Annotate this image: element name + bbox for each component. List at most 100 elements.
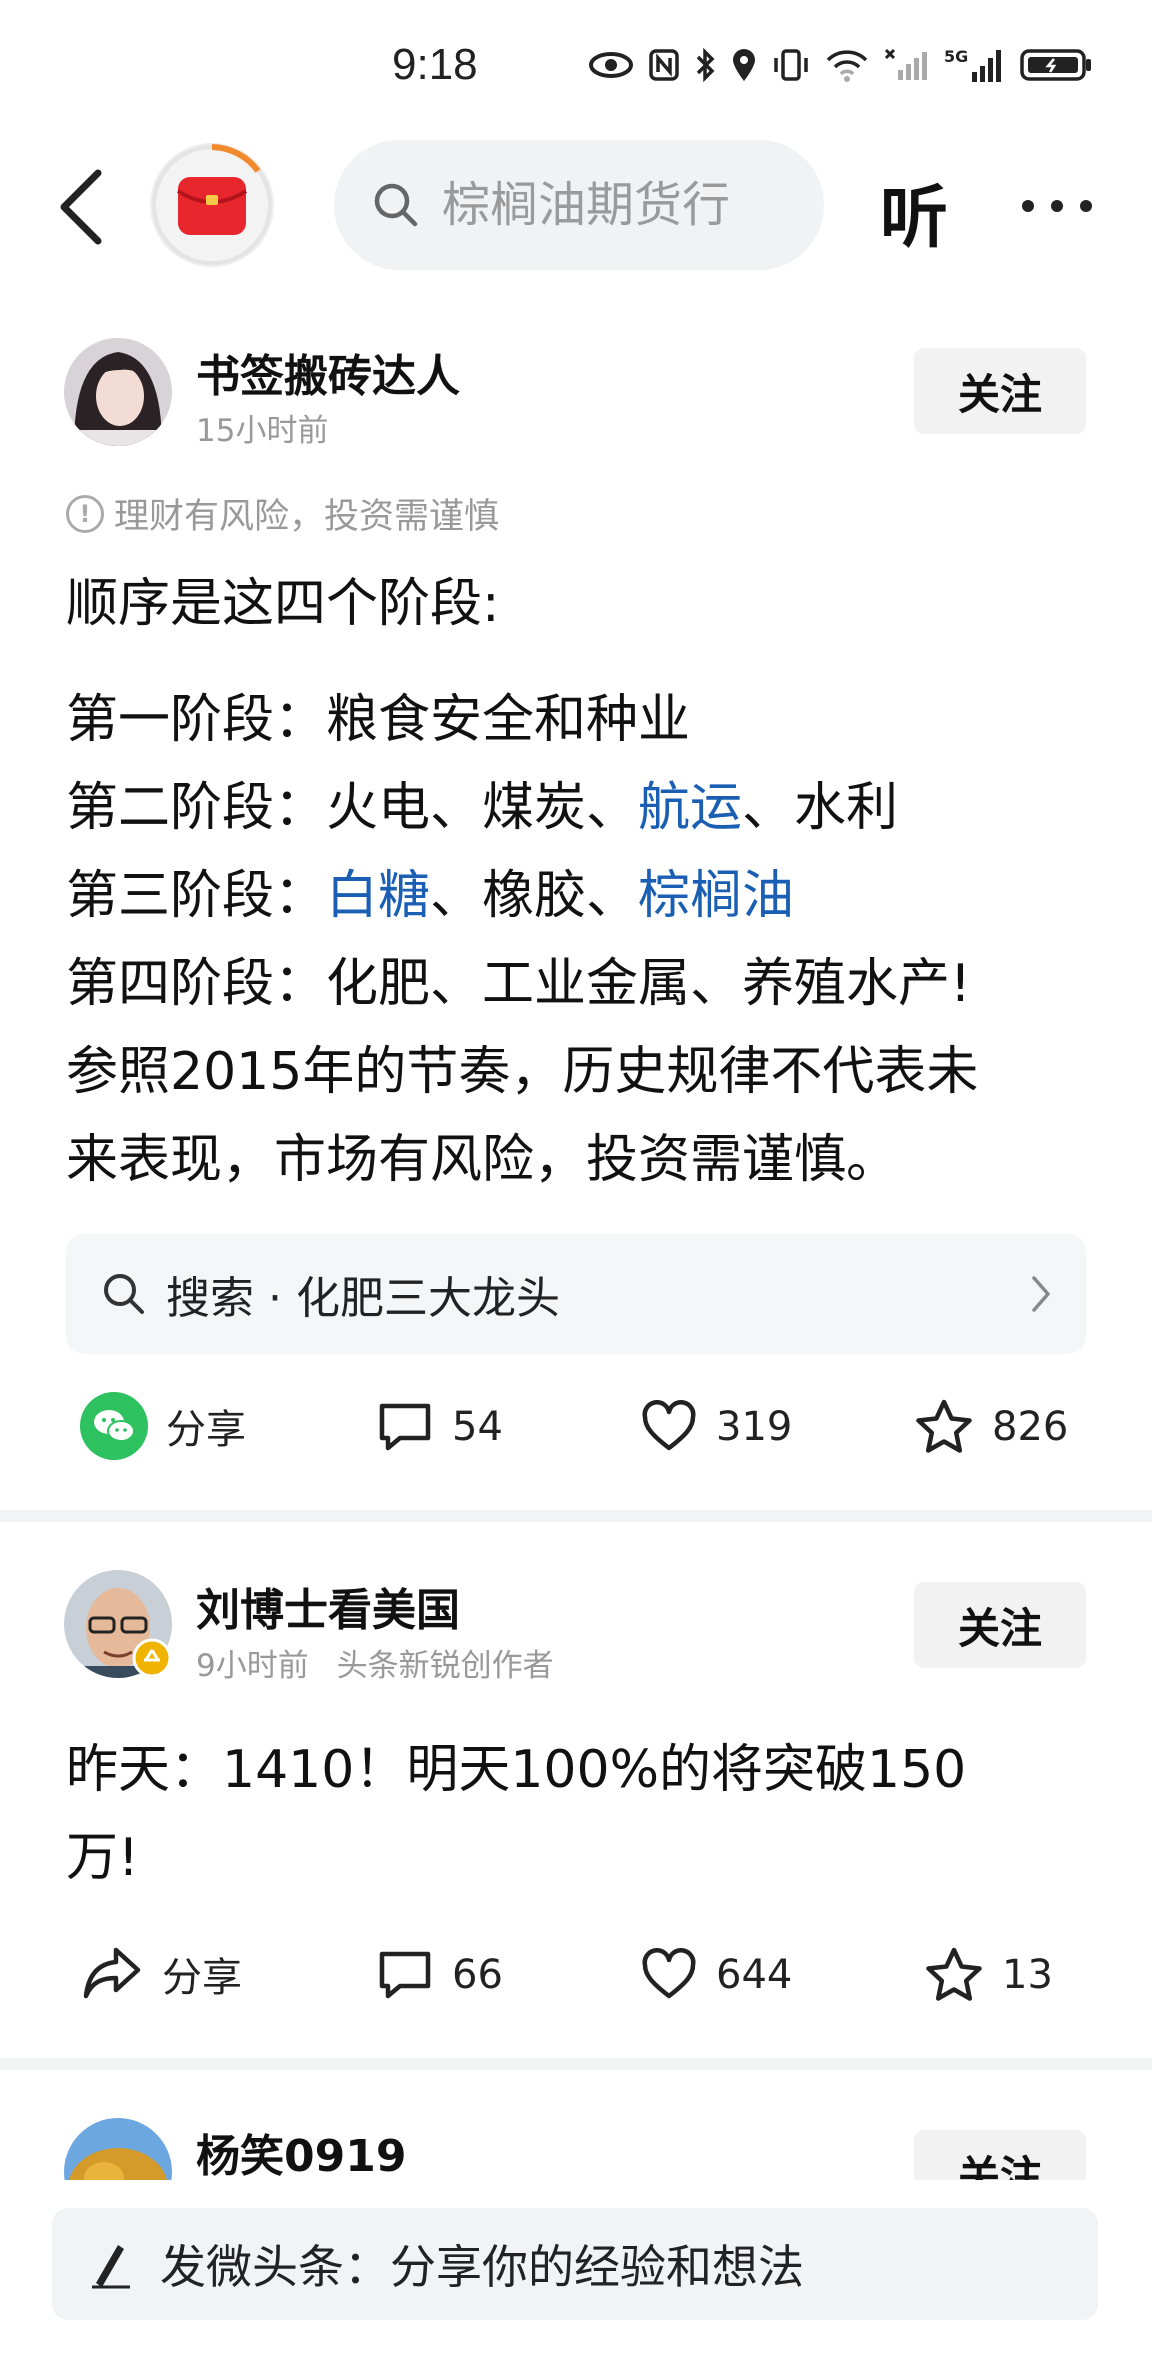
nfc-icon <box>649 49 679 81</box>
post-line: 第四阶段：化肥、工业金属、养殖水产! <box>66 940 1096 1028</box>
post-meta: 9小时前 头条新锐创作者 <box>196 1640 554 1685</box>
signal-x-icon <box>884 48 927 80</box>
comment-icon <box>379 1403 431 1451</box>
follow-button[interactable]: 关注 <box>914 348 1086 434</box>
text-segment: 万! <box>66 1828 139 1888</box>
location-icon <box>733 49 755 81</box>
text-segment: 顺序是这四个阶段: <box>66 574 500 634</box>
wifi-icon <box>826 50 868 82</box>
share-button[interactable]: 分享 <box>80 1944 242 2004</box>
share-label: 分享 <box>162 1955 242 2001</box>
avatar-photo <box>64 338 172 446</box>
more-menu-button[interactable] <box>1022 176 1092 236</box>
bluetooth-icon <box>696 47 715 83</box>
feed-divider <box>0 2058 1152 2070</box>
feed-divider <box>0 1510 1152 1522</box>
creator-badge-text: 头条新锐创作者 <box>336 1648 554 1684</box>
text-segment: 第二阶段：火电、煤炭、 <box>66 778 639 838</box>
search-icon <box>374 183 418 227</box>
text-segment: 、橡胶、 <box>430 866 639 926</box>
text-segment: 第三阶段： <box>66 866 327 926</box>
vibrate-icon <box>774 49 808 81</box>
text-segment: 、水利 <box>742 778 899 838</box>
text-segment: 来表现，市场有风险，投资需谨慎。 <box>66 1130 899 1190</box>
related-search-text: 搜索 · 化肥三大龙头 <box>166 1273 560 1324</box>
topic-link[interactable]: 航运 <box>638 778 742 838</box>
pen-icon <box>92 2245 130 2289</box>
comment-icon <box>379 1951 431 1999</box>
follow-button[interactable]: 关注 <box>914 1582 1086 1668</box>
eye-icon <box>589 52 633 78</box>
post-body-list: 第一阶段：粮食安全和种业 第二阶段：火电、煤炭、航运、水利 第三阶段：白糖、橡胶… <box>66 676 1096 1204</box>
author-name[interactable]: 刘博士看美国 <box>196 1574 460 1638</box>
like-button[interactable]: 644 <box>640 1948 792 2002</box>
wechat-icon <box>80 1392 148 1460</box>
favorite-count: 826 <box>992 1404 1069 1450</box>
post-line: 来表现，市场有风险，投资需谨慎。 <box>66 1116 1096 1204</box>
heart-icon <box>642 1400 696 1451</box>
dot-icon <box>1080 200 1092 212</box>
favorite-button[interactable]: 13 <box>924 1946 1053 2004</box>
text-segment: 参照2015年的节奏，历史规律不代表未 <box>66 1042 979 1102</box>
app-logo[interactable] <box>150 143 274 267</box>
share-arrow-icon <box>83 1947 141 1999</box>
comment-count: 66 <box>452 1952 503 1998</box>
signal-5g-icon: 5G <box>944 47 1001 82</box>
post-line: 第二阶段：火电、煤炭、航运、水利 <box>66 764 1096 852</box>
avatar[interactable] <box>64 338 172 446</box>
listen-button[interactable]: 听 <box>880 162 948 261</box>
post-line: 昨天：1410！明天100%的将突破150 <box>66 1726 1096 1814</box>
chevron-left-icon <box>60 169 102 245</box>
text-segment: 第一阶段：粮食安全和种业 <box>66 690 691 750</box>
post-actions: 分享 66 644 13 <box>0 1926 1152 2026</box>
post-body: 顺序是这四个阶段: <box>66 560 1096 648</box>
verified-badge-icon <box>132 1638 172 1678</box>
post-line: 参照2015年的节奏，历史规律不代表未 <box>66 1028 1096 1116</box>
battery-icon <box>1020 49 1091 81</box>
post-time: 9小时前 <box>196 1648 309 1684</box>
chevron-right-icon <box>1032 1276 1050 1312</box>
dot-icon <box>1022 200 1034 212</box>
search-input[interactable] <box>442 177 802 233</box>
like-count: 319 <box>716 1404 793 1450</box>
heart-icon <box>642 1948 696 1999</box>
star-icon <box>926 1947 982 2001</box>
post-actions: 分享 54 319 826 <box>0 1376 1152 1476</box>
star-icon <box>916 1399 972 1453</box>
topic-link[interactable]: 白糖 <box>326 866 430 926</box>
risk-notice: ! 理财有风险，投资需谨慎 <box>66 488 499 539</box>
post-line: 万! <box>66 1814 1096 1902</box>
post-line: 第一阶段：粮食安全和种业 <box>66 676 1096 764</box>
back-button[interactable] <box>54 165 108 249</box>
status-icons: 5G <box>588 46 1094 84</box>
info-icon: ! <box>66 494 104 533</box>
search-bar[interactable] <box>334 140 824 270</box>
share-button[interactable]: 分享 <box>80 1392 246 1460</box>
text-segment: 昨天：1410！明天100%的将突破150 <box>66 1740 967 1800</box>
red-envelope-icon <box>152 144 272 265</box>
status-time: 9:18 <box>392 40 478 89</box>
like-button[interactable]: 319 <box>640 1400 792 1454</box>
risk-notice-text: 理财有风险，投资需谨慎 <box>114 497 500 537</box>
text-segment: 第四阶段：化肥、工业金属、养殖水产! <box>66 954 971 1014</box>
comment-button[interactable]: 54 <box>376 1400 503 1454</box>
svg-text:5G: 5G <box>944 47 968 66</box>
like-count: 644 <box>716 1952 793 1998</box>
favorite-button[interactable]: 826 <box>914 1398 1068 1456</box>
dot-icon <box>1051 200 1063 212</box>
compose-placeholder: 发微头条：分享你的经验和想法 <box>160 2240 804 2294</box>
post-line: 顺序是这四个阶段: <box>66 560 1096 648</box>
comment-button[interactable]: 66 <box>376 1948 503 2002</box>
share-label: 分享 <box>166 1407 246 1453</box>
author-name[interactable]: 书签搬砖达人 <box>196 340 460 404</box>
post-time: 15小时前 <box>196 413 329 449</box>
search-icon <box>104 1274 144 1314</box>
favorite-count: 13 <box>1002 1952 1053 1998</box>
status-bar: 9:18 5G <box>0 0 1152 130</box>
related-search-card[interactable]: 搜索 · 化肥三大龙头 <box>66 1234 1086 1354</box>
topic-link[interactable]: 棕榈油 <box>638 866 794 926</box>
post-body: 昨天：1410！明天100%的将突破150 万! <box>66 1726 1096 1902</box>
author-name[interactable]: 杨笑0919 <box>196 2120 406 2184</box>
compose-bar[interactable]: 发微头条：分享你的经验和想法 <box>52 2208 1098 2320</box>
comment-count: 54 <box>452 1404 503 1450</box>
